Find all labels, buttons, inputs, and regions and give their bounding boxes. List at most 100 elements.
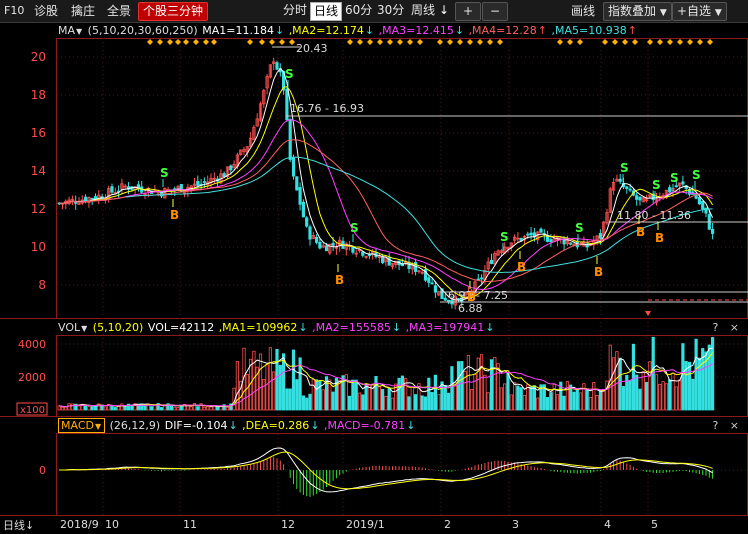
candle-body	[318, 241, 322, 249]
candle-body	[351, 246, 355, 253]
volume-bar	[612, 357, 616, 411]
date-label: 2019/1	[346, 518, 385, 531]
volume-bar	[602, 389, 606, 411]
signal-diamond-icon	[167, 39, 173, 45]
volume-bar	[430, 392, 434, 411]
signal-diamond-icon	[147, 39, 153, 45]
candle-body	[546, 235, 550, 242]
volume-bar	[245, 374, 249, 411]
candle-body	[367, 254, 372, 257]
signal-diamond-icon	[397, 39, 403, 45]
buy-marker: B	[655, 231, 664, 245]
volume-bar	[110, 405, 114, 411]
candle-body	[275, 62, 279, 70]
volume-bar	[579, 392, 583, 411]
signal-diamond-icon	[259, 39, 265, 45]
signal-diamond-icon	[447, 39, 453, 45]
macd-indicator-selector[interactable]: MACD▼	[58, 418, 106, 433]
volume-bar	[285, 388, 289, 411]
sell-marker: S	[350, 221, 359, 235]
arrow-down-icon: ↓	[298, 321, 308, 334]
candle-body	[529, 232, 533, 236]
volume-bar	[654, 374, 659, 411]
candle-body	[681, 181, 685, 185]
signal-diamond-icon	[707, 39, 713, 45]
candle-body	[308, 226, 312, 240]
sell-marker: S	[620, 161, 629, 175]
dea-value: ,DEA=0.286	[242, 419, 310, 432]
volume-bar	[671, 372, 675, 411]
volume-bar	[413, 394, 418, 411]
volume-bar	[645, 381, 649, 411]
volume-bar	[377, 386, 381, 411]
candle-body	[331, 242, 335, 246]
signal-diamond-icon	[367, 39, 373, 45]
kline-chart[interactable]: 20 18 16 14 12 10 8 4000 2000 x100 0 20.…	[0, 0, 748, 534]
volume-bar	[618, 357, 622, 411]
volume-bar	[380, 389, 385, 411]
arrow-down-icon: ↓	[406, 419, 416, 432]
volume-bar	[503, 383, 507, 411]
volume-bar	[159, 407, 164, 411]
volume-bar	[331, 391, 335, 411]
signal-diamond-icon	[347, 39, 353, 45]
macd-value: ,MACD=-0.781	[324, 419, 406, 432]
vol-indicator-selector[interactable]: VOL▼	[58, 321, 88, 334]
candle-body	[427, 277, 431, 283]
vol-header: VOL▼ (5,10,20) VOL=42112 ,MA1=109962↓ ,M…	[58, 320, 748, 336]
signal-diamond-icon	[647, 39, 653, 45]
volume-bar	[367, 384, 372, 411]
candle-body	[638, 196, 642, 201]
volume-bar	[437, 394, 441, 411]
signal-diamond-icon	[577, 39, 583, 45]
volume-bar	[598, 390, 603, 411]
volume-bar	[338, 379, 342, 411]
panel-help-close-icons[interactable]: ? ×	[712, 418, 743, 434]
volume-bar	[473, 373, 477, 411]
volume-bar	[225, 407, 230, 411]
volume-bar	[305, 397, 309, 411]
bottom-period-selector[interactable]: 日线↓	[3, 517, 34, 533]
volume-bar	[479, 354, 484, 411]
candle-body	[324, 245, 329, 252]
signal-diamond-icon	[211, 39, 217, 45]
date-label: 12	[281, 518, 295, 531]
volume-unit: x100	[20, 405, 45, 416]
signal-diamond-icon	[487, 39, 493, 45]
volume-bar	[390, 397, 395, 411]
volume-bar	[446, 392, 451, 411]
volume-bar	[536, 397, 540, 411]
volume-bar	[278, 364, 282, 411]
volume-bar	[466, 354, 471, 411]
volume-bar	[90, 406, 94, 411]
date-label: 4	[604, 518, 611, 531]
volume-bar	[664, 383, 669, 411]
volume-bar	[595, 394, 599, 411]
candle-body	[635, 195, 639, 200]
sell-marker: S	[670, 171, 679, 185]
candle-body	[697, 197, 702, 205]
buy-marker: B	[467, 290, 476, 304]
candle-body	[674, 185, 678, 188]
volume-bar	[153, 405, 157, 411]
candle-body	[526, 233, 530, 236]
peak-label: 20.43	[296, 42, 328, 55]
range-label: 16.76 - 16.93	[290, 102, 364, 115]
volume-bar	[483, 374, 487, 411]
sell-marker: S	[575, 221, 584, 235]
signal-diamond-icon	[377, 39, 383, 45]
volume-bar	[707, 344, 711, 411]
volume-bar	[173, 406, 177, 411]
volume-bar	[288, 388, 292, 411]
volume-bar	[420, 395, 424, 411]
volume-bar	[354, 379, 358, 411]
volume-bar	[262, 378, 266, 411]
volume-bar	[120, 403, 124, 411]
volume-bar	[308, 393, 312, 411]
candle-body	[314, 236, 319, 243]
volume-bar	[562, 395, 566, 411]
candle-body	[618, 178, 622, 182]
panel-help-close-icons[interactable]: ? ×	[712, 320, 743, 336]
volume-bar	[509, 394, 513, 411]
volume-bar	[470, 388, 474, 411]
